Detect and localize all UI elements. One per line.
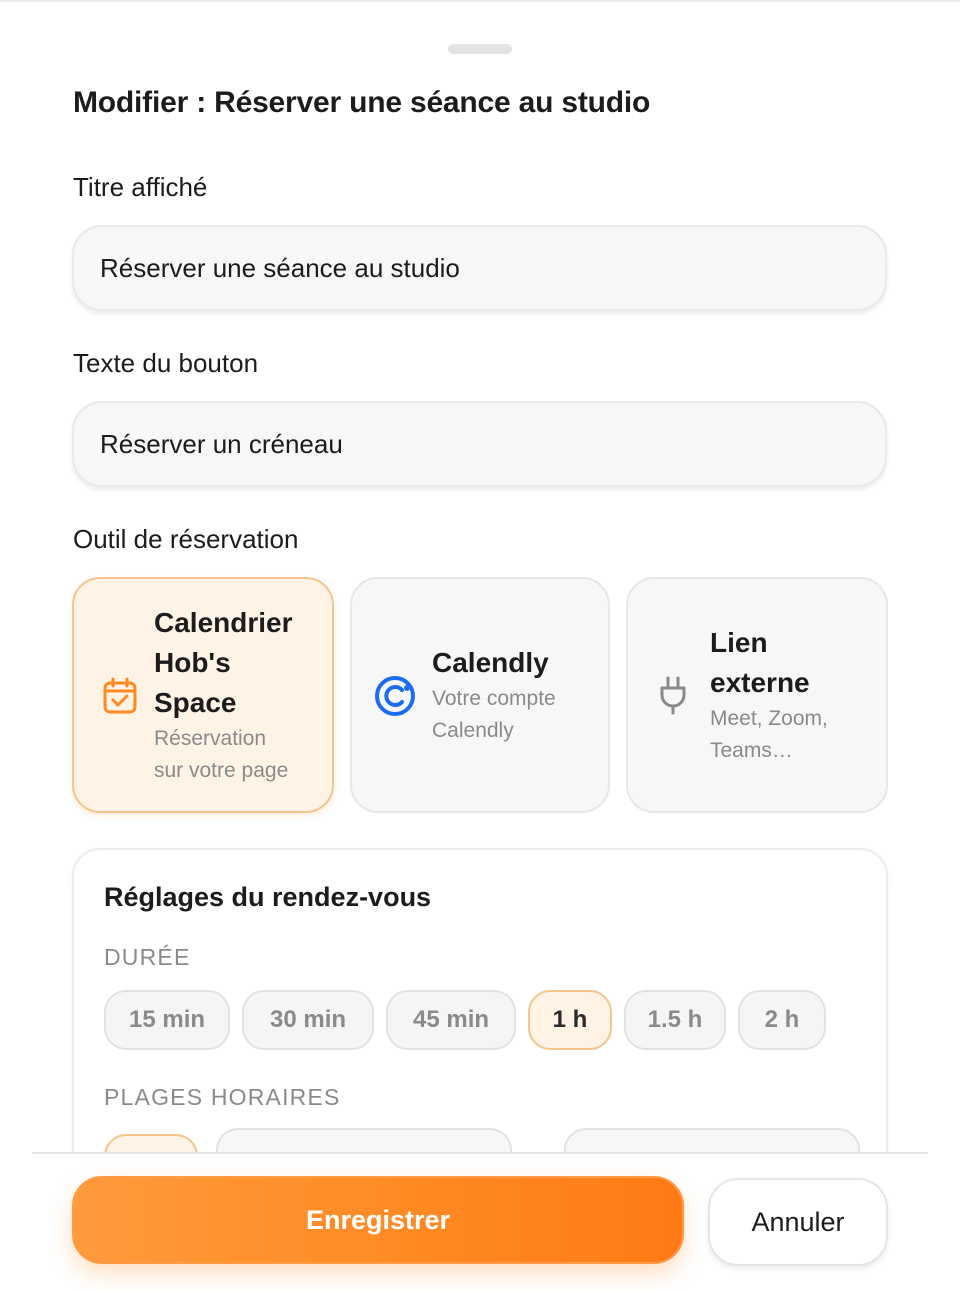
duration-label: DURÉE — [104, 944, 191, 970]
calendly-logo-icon — [374, 675, 416, 717]
duration-chip-2-h[interactable]: 2 h — [738, 990, 826, 1050]
display-title-value: Réserver une séance au studio — [100, 252, 460, 283]
calendar-check-icon — [102, 677, 138, 715]
duration-chip-1-h[interactable]: 1 h — [528, 990, 612, 1050]
hobs-space-name-line: Calendrier — [154, 607, 293, 638]
hobs-space-name-line: Hob's — [154, 647, 231, 678]
duration-chip-30-min[interactable]: 30 min — [242, 990, 374, 1050]
booking-option-calendly[interactable]: Calendly Votre compte Calendly — [350, 577, 610, 813]
duration-chip-45-min[interactable]: 45 min — [386, 990, 516, 1050]
appointment-settings-title: Réglages du rendez-vous — [104, 882, 432, 912]
button-text-label: Texte du bouton — [73, 348, 259, 378]
display-title-input[interactable]: Réserver une séance au studio — [72, 225, 887, 311]
sheet-grabber-handle[interactable] — [448, 44, 512, 54]
footer-divider — [32, 1152, 928, 1154]
booking-option-hobs-space[interactable]: Calendrier Hob's Space Réservation sur v… — [72, 577, 334, 813]
hobs-space-desc-line: sur votre page — [154, 759, 289, 782]
duration-chip-15-min[interactable]: 15 min — [104, 990, 230, 1050]
save-button[interactable]: Enregistrer — [72, 1176, 684, 1264]
edit-sheet: Modifier : Réserver une séance au studio… — [0, 0, 960, 1290]
booking-option-external-link[interactable]: Lien externe Meet, Zoom, Teams… — [626, 577, 888, 813]
duration-chip-1-5-h[interactable]: 1.5 h — [624, 990, 726, 1050]
booking-tool-label: Outil de réservation — [73, 524, 299, 554]
calendly-desc-line: Votre compte — [432, 687, 556, 710]
button-text-value: Réserver un créneau — [100, 428, 343, 459]
calendly-desc-line: Calendly — [432, 719, 514, 742]
external-name-line: Lien — [710, 627, 768, 658]
hobs-space-name-line: Space — [154, 687, 237, 718]
sheet-footer: Enregistrer Annuler — [0, 1152, 960, 1290]
time-slots-label: PLAGES HORAIRES — [104, 1084, 341, 1110]
display-title-label: Titre affiché — [73, 172, 208, 202]
cancel-button[interactable]: Annuler — [708, 1178, 888, 1266]
plug-icon — [658, 675, 688, 715]
external-desc-line: Meet, Zoom, — [710, 707, 828, 730]
external-name-line: externe — [710, 667, 810, 698]
hobs-space-desc-line: Réservation — [154, 727, 267, 750]
calendly-name-line: Calendly — [432, 647, 549, 678]
button-text-input[interactable]: Réserver un créneau — [72, 401, 887, 487]
external-desc-line: Teams… — [710, 739, 793, 762]
sheet-title: Modifier : Réserver une séance au studio — [73, 86, 651, 119]
